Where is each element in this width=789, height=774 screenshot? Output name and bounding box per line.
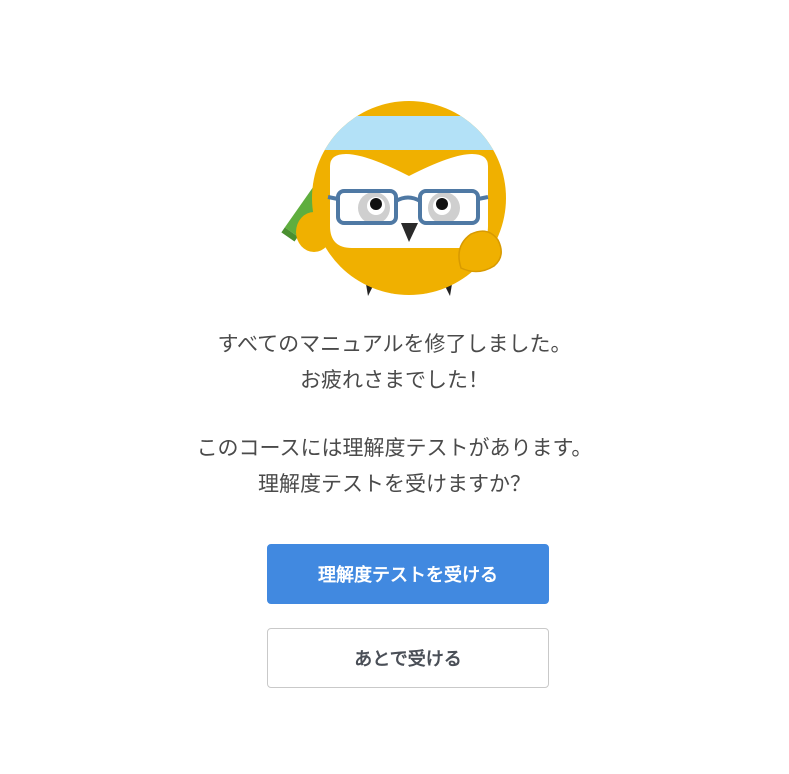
take-later-button[interactable]: あとで受ける <box>267 628 549 688</box>
owl-mascot-illustration <box>266 96 516 301</box>
message-line-question: 理解度テストを受けますか？ <box>258 472 531 496</box>
completion-message: すべてのマニュアルを修了しました。 お疲れさまでした！ このコースには理解度テス… <box>0 326 789 502</box>
message-line-completed: すべてのマニュアルを修了しました。 <box>217 332 572 356</box>
take-test-button-label: 理解度テストを受ける <box>318 565 498 586</box>
message-line-thanks: お疲れさまでした！ <box>300 368 489 392</box>
owl-mascot-icon <box>281 101 506 296</box>
take-test-button[interactable]: 理解度テストを受ける <box>267 544 549 604</box>
take-later-button-label: あとで受ける <box>354 649 462 670</box>
message-line-test-info: このコースには理解度テストがあります。 <box>196 436 593 460</box>
